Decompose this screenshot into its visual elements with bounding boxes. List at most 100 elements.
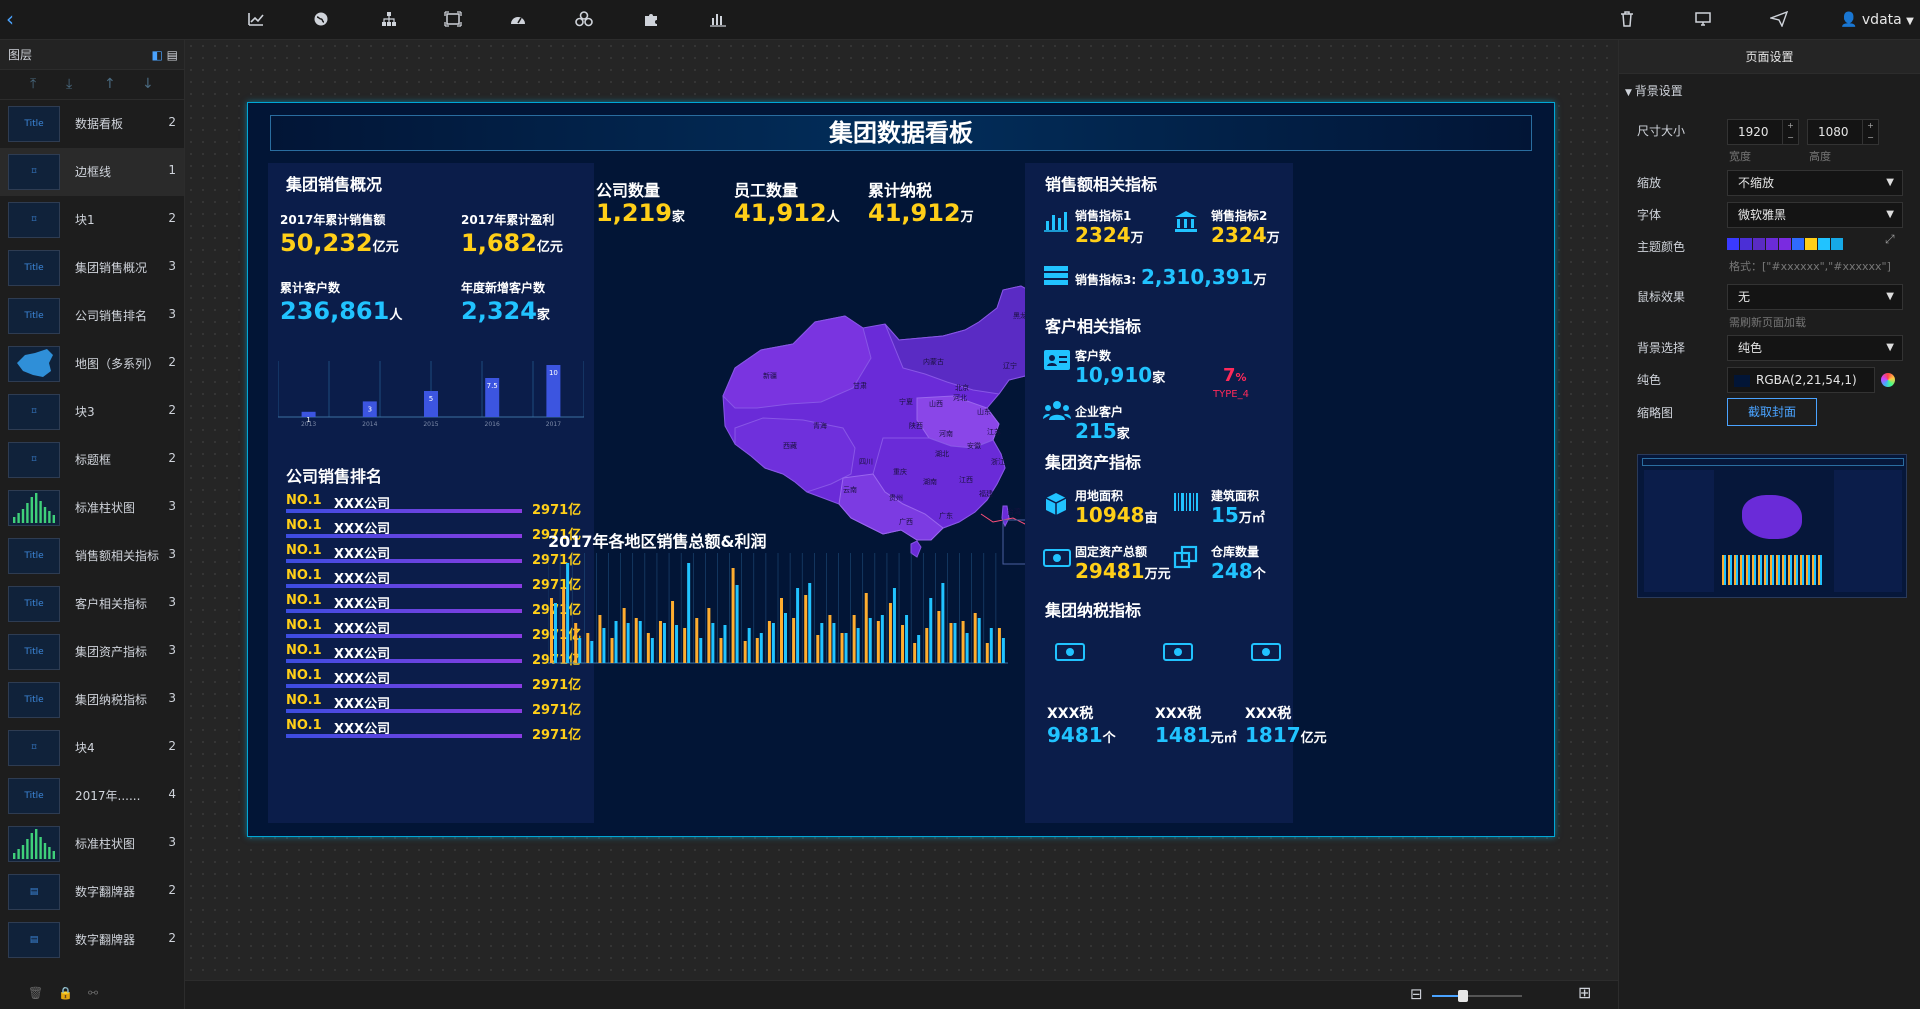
trash-icon[interactable]	[1620, 11, 1634, 31]
layer-item[interactable]: ⌑ 块3 2	[0, 388, 184, 436]
zoom-slider-handle[interactable]	[1458, 990, 1468, 1002]
lock-icon[interactable]: 🔒	[58, 986, 73, 1000]
layer-item[interactable]: Title 客户相关指标 3	[0, 580, 184, 628]
thumbnail-preview	[1637, 454, 1907, 598]
line-chart-icon[interactable]	[246, 11, 266, 29]
move-bottom-icon[interactable]: ⤓	[66, 76, 72, 92]
map-region-label: 湖南	[923, 477, 937, 486]
width-input[interactable]: 1920 + −	[1727, 119, 1799, 145]
zoom-out-icon[interactable]: ⊟	[1410, 986, 1423, 1002]
metric-unit: 家	[1116, 427, 1130, 442]
layout-icon[interactable]: ◧	[151, 48, 162, 62]
link-icon[interactable]: ⚯	[88, 986, 98, 1000]
ranking-row: NO.1XXX公司2971亿	[286, 618, 586, 643]
back-icon[interactable]: ‹	[6, 8, 14, 30]
layer-item[interactable]: Title 销售额相关指标 3	[0, 532, 184, 580]
theme-color-swatch[interactable]	[1766, 237, 1778, 250]
layer-item[interactable]: ⌑ 块4 2	[0, 724, 184, 772]
layer-item[interactable]: 标准柱状图 3	[0, 484, 184, 532]
ranking-row: NO.1XXX公司2971亿	[286, 643, 586, 668]
rank-value: 2971亿	[532, 503, 582, 518]
mouse-effect-select[interactable]: 无 ▼	[1727, 284, 1903, 310]
zoom-select-value: 不缩放	[1738, 176, 1775, 190]
theme-color-swatch[interactable]	[1779, 237, 1791, 250]
puzzle-icon[interactable]	[641, 11, 661, 29]
width-stepper[interactable]: + −	[1782, 120, 1798, 144]
theme-color-swatch[interactable]	[1792, 237, 1804, 250]
chart-bar	[602, 628, 606, 663]
layer-item[interactable]: Title 2017年...... 4	[0, 772, 184, 820]
rank-number: NO.1	[286, 718, 322, 733]
org-chart-icon[interactable]	[379, 11, 399, 29]
background-section-header[interactable]: ▼ 背景设置	[1625, 82, 1683, 99]
mini-bar-category: 2016	[485, 421, 500, 428]
chart-bar	[808, 583, 812, 663]
mouse-hint: 需刷新页面加载	[1729, 316, 1806, 329]
publish-icon[interactable]	[1768, 10, 1789, 31]
layer-item[interactable]: Title 数据看板 2	[0, 100, 184, 148]
gauge-icon[interactable]	[508, 11, 528, 29]
chart-bar	[562, 588, 566, 663]
metric-unit: 个	[1252, 567, 1266, 582]
layer-item[interactable]: Title 集团纳税指标 3	[0, 676, 184, 724]
layer-count: 1	[168, 163, 176, 177]
chart-bar	[650, 638, 654, 663]
theme-color-swatch[interactable]	[1805, 237, 1817, 250]
height-stepper[interactable]: + −	[1862, 120, 1878, 144]
solid-color-input[interactable]: RGBA(2,21,54,1)	[1727, 367, 1875, 393]
color-preview	[1734, 374, 1750, 387]
bar-chart-icon[interactable]	[708, 11, 728, 29]
layer-thumbnail	[8, 346, 60, 382]
font-select[interactable]: 微软雅黑 ▼	[1727, 202, 1903, 228]
theme-color-swatch[interactable]	[1831, 237, 1843, 250]
chart-bar	[953, 623, 957, 663]
move-top-icon[interactable]: ⤒	[30, 76, 36, 92]
theme-color-swatch[interactable]	[1753, 237, 1765, 250]
chart-bar	[658, 621, 662, 663]
expand-icon[interactable]: ⤢	[1885, 232, 1895, 247]
dashboard-canvas[interactable]: 集团数据看板 集团销售概况 2017年累计销售额 50,232亿元 2017年累…	[247, 102, 1555, 837]
theme-color-swatch[interactable]	[1740, 237, 1752, 250]
move-up-icon[interactable]: ↑	[104, 76, 116, 92]
layer-item[interactable]: 标准柱状图 3	[0, 820, 184, 868]
theme-color-swatch[interactable]	[1818, 237, 1830, 250]
zoom-in-icon[interactable]: ⊞	[1578, 985, 1591, 1001]
theme-color-swatch[interactable]	[1727, 237, 1739, 250]
layer-item[interactable]: ▤ 数字翻牌器 2	[0, 916, 184, 964]
chart-bar	[892, 588, 896, 663]
color-picker-icon[interactable]	[1881, 373, 1895, 387]
preview-icon[interactable]	[1695, 11, 1711, 31]
layer-item[interactable]: ⌑ 标题框 2	[0, 436, 184, 484]
rank-bar	[286, 734, 522, 738]
sales-overview-title: 集团销售概况	[286, 175, 383, 194]
layer-item[interactable]: ⌑ 块1 2	[0, 196, 184, 244]
delete-icon[interactable]: 🗑	[28, 986, 43, 1000]
cluster-icon[interactable]	[574, 11, 594, 29]
height-input[interactable]: 1080 + −	[1807, 119, 1879, 145]
layer-item[interactable]: ⌑ 边框线 1	[0, 148, 184, 196]
ranking-row: NO.1XXX公司2971亿	[286, 718, 586, 743]
globe-icon[interactable]	[311, 11, 331, 29]
list-icon[interactable]: ▤	[167, 48, 178, 62]
rank-bar	[286, 659, 522, 663]
layer-item[interactable]: Title 公司销售排名 3	[0, 292, 184, 340]
rank-number: NO.1	[286, 543, 322, 558]
layer-item[interactable]: Title 集团资产指标 3	[0, 628, 184, 676]
layer-item[interactable]: Title 集团销售概况 3	[0, 244, 184, 292]
zoom-slider[interactable]	[1432, 990, 1522, 1002]
layer-item[interactable]: 地图（多系列） 2	[0, 340, 184, 388]
user-menu[interactable]: 👤 vdata ▼	[1840, 11, 1914, 31]
center-kpi-number: 41,912	[734, 199, 827, 227]
layer-item[interactable]: ▤ 数字翻牌器 2	[0, 868, 184, 916]
chart-bar	[719, 638, 723, 663]
frame-icon[interactable]	[443, 11, 463, 29]
tax-card: XXX税 9481个 XXX税 1481元㎡ XXX税 1817亿元	[1025, 693, 1327, 823]
rank-bar	[286, 609, 522, 613]
zoom-select[interactable]: 不缩放 ▼	[1727, 170, 1903, 196]
mouse-label: 鼠标效果	[1637, 290, 1686, 304]
map-region-label: 山西	[929, 399, 943, 408]
theme-color-swatches[interactable]	[1727, 233, 1844, 251]
move-down-icon[interactable]: ↓	[142, 76, 154, 92]
background-type-select[interactable]: 纯色 ▼	[1727, 335, 1903, 361]
capture-cover-button[interactable]: 截取封面	[1727, 398, 1817, 426]
